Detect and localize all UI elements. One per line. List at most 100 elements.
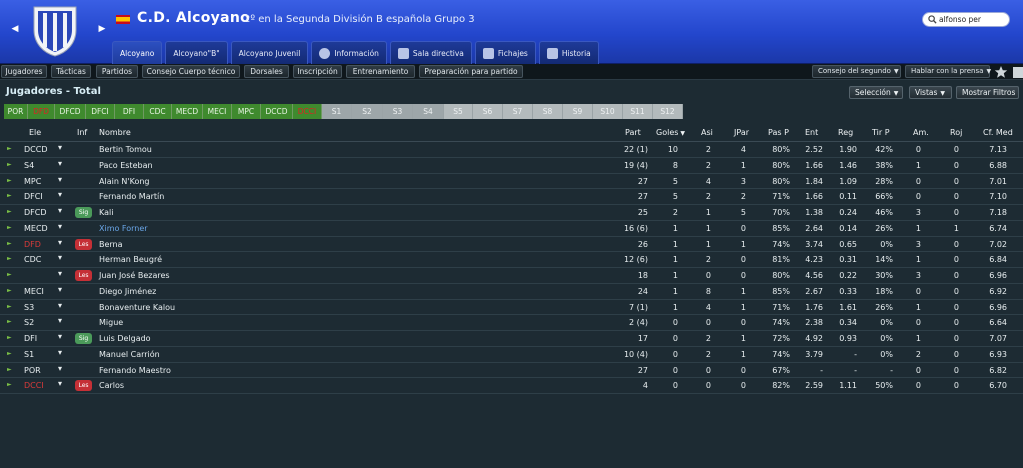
column-tir-p[interactable]: Tir P (872, 128, 890, 137)
pos-filter-por[interactable]: POR (4, 104, 28, 119)
pos-filter-mpc[interactable]: MPC (232, 104, 261, 119)
pos-filter-cdc[interactable]: CDC (144, 104, 172, 119)
row-expand-icon[interactable]: ► (7, 177, 12, 184)
column-nombre[interactable]: Nombre (99, 128, 131, 137)
column-goles[interactable]: Goles ▼ (656, 128, 685, 137)
pos-filter-s4[interactable]: S4 (413, 104, 444, 119)
pos-filter-dccd[interactable]: DCCD (261, 104, 293, 119)
row-expand-icon[interactable]: ► (7, 318, 12, 325)
pos-filter-dfcd[interactable]: DFCD (55, 104, 86, 119)
table-row[interactable]: ► DFCD ▾ Sig Kali 25 2 1 5 70% 1.38 0.24 46% 3 0 7.18 (0, 205, 1023, 221)
hablar-prensa-dropdown[interactable]: Hablar con la prensa ▼ (905, 65, 991, 78)
subnav-entrenamiento[interactable]: Entrenamiento (346, 65, 415, 78)
tab-alcoyano[interactable]: Alcoyano (112, 41, 163, 64)
row-menu-icon[interactable]: ▾ (58, 190, 62, 199)
subnav-tacticas[interactable]: Tácticas (51, 65, 91, 78)
document-icon[interactable] (1013, 67, 1023, 78)
pos-filter-dcci[interactable]: DCCI (293, 104, 322, 119)
table-row[interactable]: ► DCCD ▾ Bertin Tomou 22 (1) 10 2 4 80% 2.52 1.90 4… (0, 142, 1023, 158)
cell-player-name[interactable]: Alain N'Kong (99, 177, 150, 186)
tab-fichajes[interactable]: Fichajes (474, 41, 536, 64)
pos-filter-s7[interactable]: S7 (503, 104, 533, 119)
pos-filter-dfci[interactable]: DFCI (86, 104, 115, 119)
pos-filter-s6[interactable]: S6 (473, 104, 503, 119)
row-expand-icon[interactable]: ► (7, 381, 12, 388)
column-pas-p[interactable]: Pas P (768, 128, 789, 137)
pos-filter-s8[interactable]: S8 (533, 104, 563, 119)
row-menu-icon[interactable]: ▾ (58, 269, 62, 278)
row-menu-icon[interactable]: ▾ (58, 238, 62, 247)
cell-player-name[interactable]: Paco Esteban (99, 161, 153, 170)
seleccion-dropdown[interactable]: Selección ▼ (849, 86, 903, 99)
pos-filter-mecd[interactable]: MECD (172, 104, 203, 119)
pos-filter-s12[interactable]: S12 (653, 104, 683, 119)
cell-player-name[interactable]: Migue (99, 318, 123, 327)
row-expand-icon[interactable]: ► (7, 224, 12, 231)
row-menu-icon[interactable]: ▾ (58, 175, 62, 184)
row-expand-icon[interactable]: ► (7, 208, 12, 215)
pos-filter-s2[interactable]: S2 (352, 104, 383, 119)
row-menu-icon[interactable]: ▾ (58, 364, 62, 373)
table-row[interactable]: ► DFCI ▾ Fernando Martín 27 5 2 2 71% 1.66 0.11 66%… (0, 189, 1023, 205)
table-row[interactable]: ► DFI ▾ Sig Luis Delgado 17 0 2 1 72% 4.92 0.93 0% 1 0… (0, 331, 1023, 347)
cell-player-name[interactable]: Fernando Martín (99, 192, 164, 201)
row-expand-icon[interactable]: ► (7, 303, 12, 310)
tab-sala-directiva[interactable]: Sala directiva (389, 41, 472, 64)
tab-alcoyano-juvenil[interactable]: Alcoyano Juvenil (230, 41, 309, 64)
cell-player-name[interactable]: Juan José Bezares (99, 271, 170, 280)
row-menu-icon[interactable]: ▾ (58, 222, 62, 231)
star-icon[interactable] (994, 65, 1008, 79)
subnav-dorsales[interactable]: Dorsales (244, 65, 289, 78)
table-row[interactable]: ► MECD ▾ Ximo Forner 16 (6) 1 1 0 85% 2.64 0.14 26%… (0, 221, 1023, 237)
row-expand-icon[interactable]: ► (7, 334, 12, 341)
table-row[interactable]: ► CDC ▾ Herman Beugré 12 (6) 1 2 0 81% 4.23 0.31 14… (0, 252, 1023, 268)
mostrar-filtros-button[interactable]: Mostrar Filtros (956, 86, 1019, 99)
pos-filter-s5[interactable]: S5 (444, 104, 473, 119)
table-row[interactable]: ► DFD ▾ Les Berna 26 1 1 1 74% 3.74 0.65 0% 3 0 7.02 (0, 237, 1023, 253)
column-cf-med[interactable]: Cf. Med (983, 128, 1013, 137)
table-row[interactable]: ► S1 ▾ Manuel Carrión 10 (4) 0 2 1 74% 3.79 - 0% 2 0 6… (0, 347, 1023, 363)
column-reg[interactable]: Reg (838, 128, 853, 137)
row-menu-icon[interactable]: ▾ (58, 253, 62, 262)
column-ele[interactable]: Ele (29, 128, 41, 137)
cell-player-name[interactable]: Kali (99, 208, 113, 217)
table-row[interactable]: ► S4 ▾ Paco Esteban 19 (4) 8 2 1 80% 1.66 1.46 38% 1… (0, 158, 1023, 174)
tab-alcoyano-b[interactable]: Alcoyano"B" (165, 41, 228, 64)
pos-filter-s3[interactable]: S3 (383, 104, 413, 119)
subnav-inscripcion[interactable]: Inscripción (293, 65, 342, 78)
row-expand-icon[interactable]: ► (7, 350, 12, 357)
pos-filter-dfi[interactable]: DFI (115, 104, 144, 119)
subnav-preparacion-partido[interactable]: Preparación para partido (419, 65, 523, 78)
subnav-partidos[interactable]: Partidos (96, 65, 138, 78)
cell-player-name[interactable]: Carlos (99, 381, 124, 390)
pos-filter-s10[interactable]: S10 (593, 104, 623, 119)
column-roj[interactable]: Roj (950, 128, 962, 137)
row-menu-icon[interactable]: ▾ (58, 206, 62, 215)
pos-filter-s9[interactable]: S9 (563, 104, 593, 119)
row-menu-icon[interactable]: ▾ (58, 285, 62, 294)
subnav-jugadores[interactable]: Jugadores (1, 65, 47, 78)
cell-player-name[interactable]: Fernando Maestro (99, 366, 171, 375)
row-menu-icon[interactable]: ▾ (58, 348, 62, 357)
column-inf[interactable]: Inf (77, 128, 87, 137)
back-arrow-icon[interactable]: ◀ (10, 22, 20, 36)
row-menu-icon[interactable]: ▾ (58, 316, 62, 325)
cell-player-name[interactable]: Diego Jiménez (99, 287, 156, 296)
table-row[interactable]: ► DCCI ▾ Les Carlos 4 0 0 0 82% 2.59 1.11 50% 0 0 6.70 (0, 378, 1023, 394)
table-row[interactable]: ► S3 ▾ Bonaventure Kalou 7 (1) 1 4 1 71% 1.76 1.61… (0, 300, 1023, 316)
table-row[interactable]: ► MPC ▾ Alain N'Kong 27 5 4 3 80% 1.84 1.09 28% 0 0 7.… (0, 174, 1023, 190)
cell-player-name[interactable]: Herman Beugré (99, 255, 162, 264)
tab-informacion[interactable]: Información (311, 41, 387, 64)
cell-player-name[interactable]: Bertin Tomou (99, 145, 152, 154)
pos-filter-dfd[interactable]: DFD (28, 104, 55, 119)
column-ent[interactable]: Ent (805, 128, 818, 137)
column-am[interactable]: Am. (913, 128, 929, 137)
row-expand-icon[interactable]: ► (7, 255, 12, 262)
pos-filter-s1[interactable]: S1 (322, 104, 352, 119)
column-part[interactable]: Part (625, 128, 641, 137)
search-input[interactable] (939, 14, 1007, 25)
row-menu-icon[interactable]: ▾ (58, 301, 62, 310)
row-expand-icon[interactable]: ► (7, 287, 12, 294)
row-menu-icon[interactable]: ▾ (58, 159, 62, 168)
search-box[interactable] (922, 12, 1010, 27)
